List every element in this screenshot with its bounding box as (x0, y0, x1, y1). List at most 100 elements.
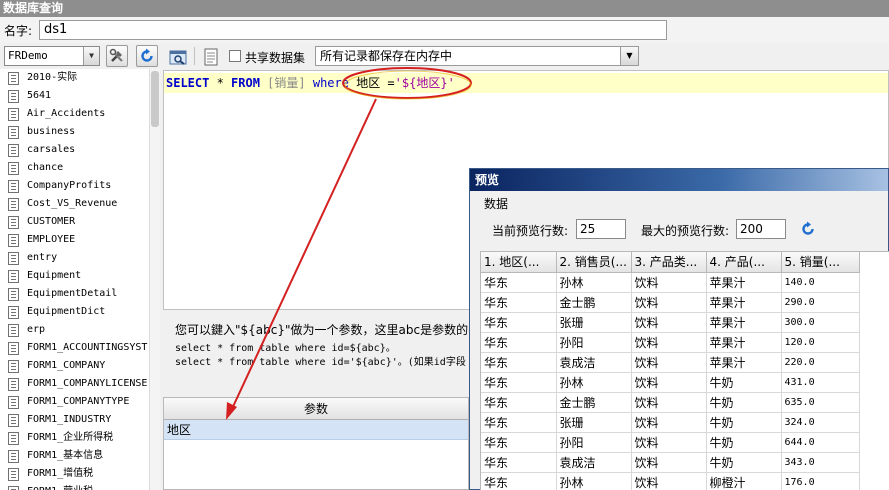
parameters-table: 参数 地区 (163, 397, 469, 490)
tree-item-table[interactable]: EMPLOYEE (0, 231, 159, 249)
tree-item-table[interactable]: FORM1_ACCOUNTINGSYST (0, 339, 159, 357)
grid-cell: 牛奶 (706, 452, 782, 473)
refresh-icon (141, 48, 153, 62)
tree-item-table[interactable]: chance (0, 159, 159, 177)
tree-item-table[interactable]: business (0, 123, 159, 141)
table-icon (8, 468, 19, 481)
grid-cell: 牛奶 (706, 412, 782, 433)
tree-item-table[interactable]: CUSTOMER (0, 213, 159, 231)
preview-dialog: 预览 数据 当前预览行数: 25 最大的预览行数: 200 1. 地区(... 2… (469, 168, 889, 490)
preview-grid[interactable]: 1. 地区(... 2. 销售员(... 3. 产品类... 4. 产品(... 5. … (480, 251, 889, 490)
name-label: 名字: (4, 24, 33, 38)
table-row[interactable]: 华东 张珊 饮料 苹果汁 300.0 (481, 312, 860, 333)
tree-item-table[interactable]: Equipment (0, 267, 159, 285)
refresh-icon[interactable] (800, 221, 816, 237)
share-checkbox[interactable] (229, 50, 241, 62)
window-title: 数据库查询 (0, 0, 889, 17)
tree-item-table[interactable]: carsales (0, 141, 159, 159)
tree-item-table[interactable]: 5641 (0, 87, 159, 105)
table-row[interactable]: 华东 孙林 饮料 柳橙汁 176.0 (481, 472, 860, 490)
table-icon (8, 108, 19, 121)
table-row[interactable]: 华东 孙阳 饮料 牛奶 644.0 (481, 432, 860, 453)
table-icon (8, 126, 19, 139)
tree-item-label: 2010-实际 (27, 72, 78, 83)
tree-item-table[interactable]: FORM1_基本信息 (0, 447, 159, 465)
tree-item-table[interactable]: FORM1_COMPANYTYPE (0, 393, 159, 411)
tree-item-table[interactable]: FORM1_COMPANY (0, 357, 159, 375)
grid-cell: 华东 (481, 452, 557, 473)
grid-cell: 343.0 (781, 452, 860, 473)
name-input[interactable]: ds1 (39, 20, 667, 40)
table-icon (8, 162, 19, 175)
table-row[interactable]: 华东 孙林 饮料 苹果汁 140.0 (481, 272, 860, 293)
tree-item-label: CompanyProfits (27, 180, 112, 191)
table-icon (8, 252, 19, 265)
tree-scrollbar-thumb[interactable] (151, 71, 159, 127)
grid-cell: 孙阳 (556, 332, 632, 353)
sql-field: 地区 = (348, 76, 395, 90)
tree-item-table[interactable]: FORM1_INDUSTRY (0, 411, 159, 429)
current-rows-input[interactable]: 25 (576, 219, 626, 239)
preview-icon[interactable] (169, 48, 189, 66)
grid-cell: 290.0 (781, 292, 860, 313)
table-icon (8, 432, 19, 445)
refresh-button[interactable] (136, 45, 158, 67)
table-icon (8, 72, 19, 85)
chevron-down-icon[interactable]: ▼ (83, 47, 99, 65)
tree-item-table[interactable]: erp (0, 321, 159, 339)
cache-mode-select[interactable]: 所有记录都保存在内存中 ▼ (315, 46, 639, 66)
tree-item-table[interactable]: CompanyProfits (0, 177, 159, 195)
tree-item-label: FORM1_增值税 (27, 468, 94, 479)
grid-cell: 苹果汁 (706, 332, 782, 353)
table-tree[interactable]: 2010-实际 5641 Air_Accidents business carsales… (0, 69, 160, 490)
sql-table: [销量] (259, 76, 313, 90)
grid-cell: 张珊 (556, 312, 632, 333)
right-toolbar: 共享数据集 所有记录都保存在内存中 ▼ (163, 43, 889, 69)
tree-item-table[interactable]: Cost_VS_Revenue (0, 195, 159, 213)
tree-item-label: FORM1_INDUSTRY (27, 414, 112, 425)
grid-cell: 华东 (481, 472, 557, 490)
sql-line[interactable]: SELECT * FROM [销量] where 地区 ='${地区}' (164, 73, 888, 93)
grid-column-header[interactable]: 1. 地区(... (481, 252, 557, 273)
tree-item-label: FORM1_COMPANYTYPE (27, 396, 130, 407)
table-row[interactable]: 华东 孙林 饮料 牛奶 431.0 (481, 372, 860, 393)
tree-scrollbar[interactable] (149, 69, 160, 490)
tree-item-table[interactable]: Air_Accidents (0, 105, 159, 123)
table-row[interactable]: 华东 孙阳 饮料 苹果汁 120.0 (481, 332, 860, 353)
tree-item-table[interactable]: 2010-实际 (0, 69, 159, 87)
table-row[interactable]: 华东 金士鹏 饮料 牛奶 635.0 (481, 392, 860, 413)
tree-item-table[interactable]: EquipmentDict (0, 303, 159, 321)
tree-item-table[interactable]: FORM1_企业所得税 (0, 429, 159, 447)
table-icon (8, 396, 19, 409)
grid-column-header[interactable]: 2. 销售员(... (556, 252, 632, 273)
chevron-down-icon[interactable]: ▼ (620, 47, 638, 65)
grid-cell: 华东 (481, 412, 557, 433)
table-row[interactable]: 华东 张珊 饮料 牛奶 324.0 (481, 412, 860, 433)
grid-cell: 华东 (481, 272, 557, 293)
grid-cell: 苹果汁 (706, 272, 782, 293)
tree-item-label: Equipment (27, 270, 82, 281)
table-icon (8, 288, 19, 301)
table-row[interactable]: 华东 袁成洁 饮料 牛奶 343.0 (481, 452, 860, 473)
document-icon[interactable] (201, 48, 221, 66)
table-row[interactable]: 华东 金士鹏 饮料 苹果汁 290.0 (481, 292, 860, 313)
tree-item-table[interactable]: FORM1_COMPANYLICENSE (0, 375, 159, 393)
max-rows-label: 最大的预览行数: (641, 224, 730, 238)
grid-column-header[interactable]: 3. 产品类... (631, 252, 707, 273)
hint-line-1: 您可以鍵入"${abc}"做为一个参数，这里abc是参数的名 (175, 323, 469, 337)
tree-item-table[interactable]: EquipmentDetail (0, 285, 159, 303)
parameter-row[interactable]: 地区 (164, 420, 468, 440)
connection-select[interactable]: FRDemo ▼ (4, 46, 100, 66)
tree-item-table[interactable]: FORM1_增值税 (0, 465, 159, 483)
grid-column-header[interactable]: 4. 产品(... (706, 252, 782, 273)
tools-button[interactable] (106, 45, 128, 67)
grid-cell: 饮料 (631, 472, 707, 490)
tree-item-table[interactable]: FORM1_营业税 (0, 483, 159, 490)
tree-item-label: 5641 (27, 90, 52, 101)
tree-item-table[interactable]: entry (0, 249, 159, 267)
table-row[interactable]: 华东 袁成洁 饮料 苹果汁 220.0 (481, 352, 860, 373)
grid-cell: 饮料 (631, 272, 707, 293)
max-rows-input[interactable]: 200 (736, 219, 786, 239)
sql-param: '${地区}' (394, 76, 455, 90)
grid-column-header[interactable]: 5. 销量(... (781, 252, 860, 273)
